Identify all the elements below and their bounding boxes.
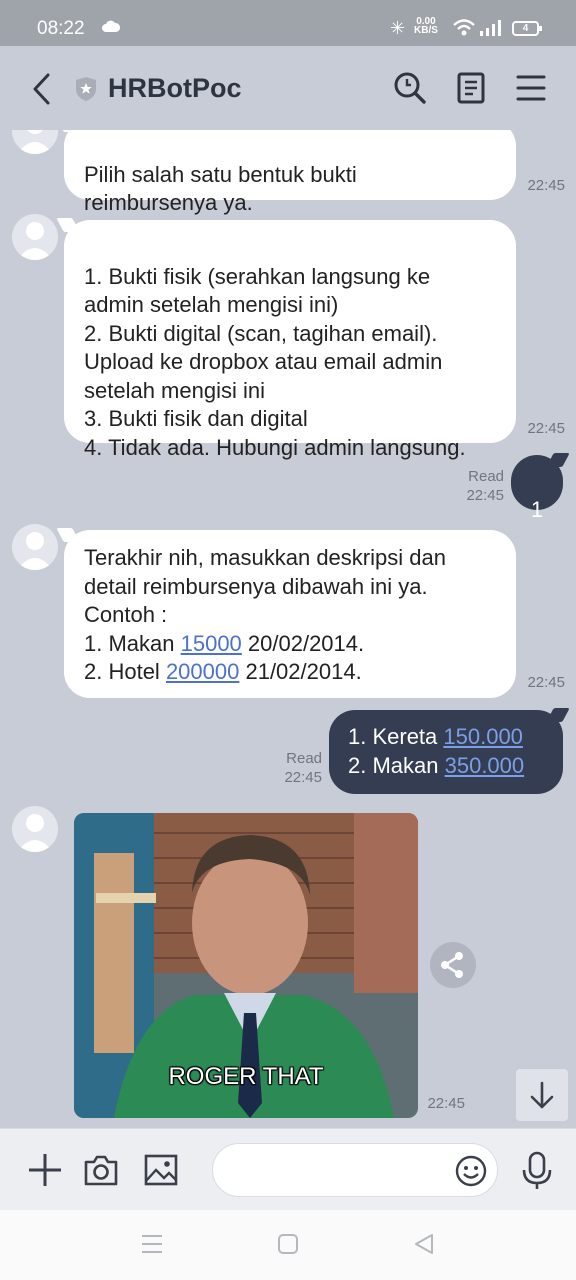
wifi-icon — [453, 19, 475, 36]
message-line: detail reimbursenya dibawah ini ya. — [84, 573, 428, 599]
read-label: Read — [468, 468, 504, 485]
gif-caption: ROGER THAT — [168, 1063, 324, 1090]
line-text: 2. Makan — [348, 752, 445, 778]
message-line: Contoh : — [84, 602, 168, 627]
bluetooth-icon: ✳ — [390, 18, 406, 38]
line-text: 2. Hotel — [84, 659, 166, 684]
message-text: Pilih salah satu bentuk bukti reimbursen… — [84, 161, 357, 216]
message-text: 1. Bukti fisik (serahkan langsung ke adm… — [84, 263, 466, 460]
message-input-container[interactable] — [212, 1143, 498, 1197]
system-nav-bar — [0, 1210, 576, 1280]
bot-avatar[interactable] — [12, 130, 58, 154]
line-text: 1. Kereta — [348, 724, 444, 749]
read-receipt: Read 22:45 — [278, 749, 322, 787]
message-text: 1 — [530, 496, 544, 522]
battery-icon: 4 — [512, 21, 542, 36]
battery-level: 4 — [522, 23, 529, 34]
read-receipt: Read 22:45 — [456, 467, 504, 505]
status-bar: 08:22 ✳ 0.00 KB/S 4 — [0, 0, 576, 46]
microphone-icon[interactable] — [518, 1151, 556, 1191]
message-timestamp: 22:45 — [427, 1095, 465, 1112]
sent-message-bubble[interactable]: 1. Kereta 150.000 2. Makan 350.000 — [329, 710, 563, 794]
back-icon[interactable] — [413, 1233, 435, 1255]
chat-area[interactable]: Pilih salah satu bentuk bukti reimbursen… — [0, 130, 576, 1128]
network-speed-unit: KB/S — [414, 25, 438, 36]
gif-image[interactable]: ROGER THAT — [74, 813, 418, 1118]
scroll-to-bottom-button[interactable] — [516, 1069, 568, 1121]
message-input[interactable] — [231, 1156, 451, 1184]
message-bubble[interactable]: Terakhir nih, masukkan deskripsi dan det… — [64, 530, 516, 698]
home-icon[interactable] — [277, 1233, 299, 1255]
message-line: 2. Makan 350.000 — [348, 752, 563, 781]
message-timestamp: 22:45 — [527, 420, 565, 437]
line-text: 1. Makan — [84, 630, 181, 656]
message-line: 1. Makan 15000 20/02/2014. — [84, 630, 496, 659]
phone-number-link[interactable]: 150.000 — [443, 724, 523, 749]
cloud-icon — [102, 20, 121, 32]
message-line: 2. Hotel 200000 21/02/2014. — [84, 658, 496, 687]
search-icon[interactable] — [392, 70, 428, 106]
arrow-down-icon — [530, 1081, 554, 1109]
message-input-bar — [0, 1128, 576, 1210]
shield-icon — [76, 77, 96, 101]
phone-number-link[interactable]: 15000 — [181, 631, 242, 656]
back-arrow-icon[interactable] — [28, 72, 54, 106]
chat-header: HRBotPoc — [0, 46, 576, 132]
bot-avatar[interactable] — [12, 806, 58, 852]
image-icon[interactable] — [142, 1151, 180, 1189]
plus-icon[interactable] — [26, 1151, 64, 1189]
share-button[interactable] — [430, 942, 476, 988]
phone-number-link[interactable]: 350.000 — [445, 753, 525, 778]
status-time: 08:22 — [37, 18, 85, 39]
recents-icon[interactable] — [140, 1233, 164, 1255]
menu-icon[interactable] — [516, 70, 546, 106]
line-text: 20/02/2014. — [241, 630, 365, 656]
message-line: 1. Kereta 150.000 — [348, 723, 563, 752]
camera-icon[interactable] — [82, 1151, 120, 1189]
message-timestamp: 22:45 — [284, 769, 322, 786]
message-bubble[interactable]: 1. Bukti fisik (serahkan langsung ke adm… — [64, 220, 516, 460]
sent-message-bubble[interactable]: 1 — [511, 455, 563, 522]
message-line: Terakhir nih, masukkan deskripsi dan — [84, 545, 446, 570]
bot-avatar[interactable] — [12, 524, 58, 570]
notes-icon[interactable] — [456, 70, 486, 106]
message-timestamp: 22:45 — [527, 674, 565, 691]
message-timestamp: 22:45 — [466, 487, 504, 504]
share-icon — [441, 952, 463, 978]
emoji-icon[interactable] — [455, 1155, 487, 1187]
read-label: Read — [286, 750, 322, 767]
chat-title: HRBotPoc — [108, 73, 242, 103]
signal-icon — [480, 20, 501, 36]
line-text: 21/02/2014. — [239, 659, 362, 684]
network-speed: 0.00 KB/S — [414, 17, 438, 36]
message-timestamp: 22:45 — [527, 177, 565, 194]
message-bubble[interactable]: Pilih salah satu bentuk bukti reimbursen… — [64, 130, 516, 215]
bot-avatar[interactable] — [12, 214, 58, 260]
phone-number-link[interactable]: 200000 — [166, 659, 239, 684]
